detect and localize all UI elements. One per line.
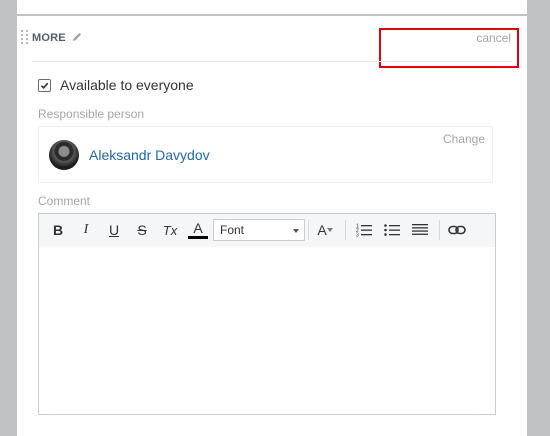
header-divider bbox=[32, 61, 512, 62]
cancel-link[interactable]: cancel bbox=[476, 31, 511, 45]
avatar bbox=[49, 140, 79, 170]
font-select[interactable]: Font bbox=[213, 219, 305, 241]
section-header: MORE cancel bbox=[17, 16, 527, 62]
toolbar-separator bbox=[308, 220, 309, 240]
font-size-button[interactable]: A bbox=[313, 220, 337, 240]
comment-label: Comment bbox=[38, 194, 91, 208]
drag-handle-icon[interactable] bbox=[21, 30, 29, 46]
responsible-person-name[interactable]: Aleksandr Davydov bbox=[89, 147, 210, 163]
pencil-icon[interactable] bbox=[71, 31, 83, 43]
available-to-everyone-row: Available to everyone bbox=[38, 76, 194, 94]
bold-button[interactable]: B bbox=[48, 220, 68, 240]
bullet-list-button[interactable] bbox=[382, 220, 402, 240]
font-size-label: A bbox=[317, 222, 327, 238]
ordered-list-button[interactable]: 1 2 3 bbox=[354, 220, 374, 240]
change-person-link[interactable]: Change bbox=[443, 132, 485, 146]
more-section-panel: MORE cancel Available to everyone Respon… bbox=[17, 16, 527, 436]
comment-text-area[interactable] bbox=[39, 247, 495, 414]
responsible-person-box: Aleksandr Davydov Change bbox=[38, 126, 493, 183]
checkmark-icon bbox=[40, 82, 49, 89]
toolbar-separator bbox=[345, 220, 346, 240]
link-icon bbox=[448, 225, 466, 235]
available-to-everyone-label: Available to everyone bbox=[60, 77, 194, 93]
svg-text:3: 3 bbox=[356, 233, 359, 238]
comment-editor: B I U S Tx A Font A 1 2 3 bbox=[38, 213, 496, 415]
underline-button[interactable]: U bbox=[104, 220, 124, 240]
align-justify-icon bbox=[412, 224, 428, 235]
toolbar-separator bbox=[439, 220, 440, 240]
bullet-list-icon bbox=[384, 224, 400, 236]
chevron-down-icon bbox=[293, 229, 299, 233]
previous-section-strip bbox=[17, 0, 527, 14]
clear-format-button[interactable]: Tx bbox=[160, 220, 180, 240]
available-to-everyone-checkbox[interactable] bbox=[38, 78, 51, 92]
ordered-list-icon: 1 2 3 bbox=[356, 224, 372, 238]
responsible-person-label: Responsible person bbox=[38, 107, 145, 121]
font-color-button[interactable]: A bbox=[188, 220, 208, 239]
section-title: MORE bbox=[32, 32, 66, 44]
font-select-value: Font bbox=[220, 223, 245, 237]
italic-button[interactable]: I bbox=[76, 220, 96, 240]
chevron-down-icon bbox=[326, 228, 333, 232]
editor-toolbar: B I U S Tx A Font A 1 2 3 bbox=[39, 214, 495, 247]
strikethrough-button[interactable]: S bbox=[132, 220, 152, 240]
align-button[interactable] bbox=[410, 220, 430, 240]
link-button[interactable] bbox=[447, 220, 467, 240]
